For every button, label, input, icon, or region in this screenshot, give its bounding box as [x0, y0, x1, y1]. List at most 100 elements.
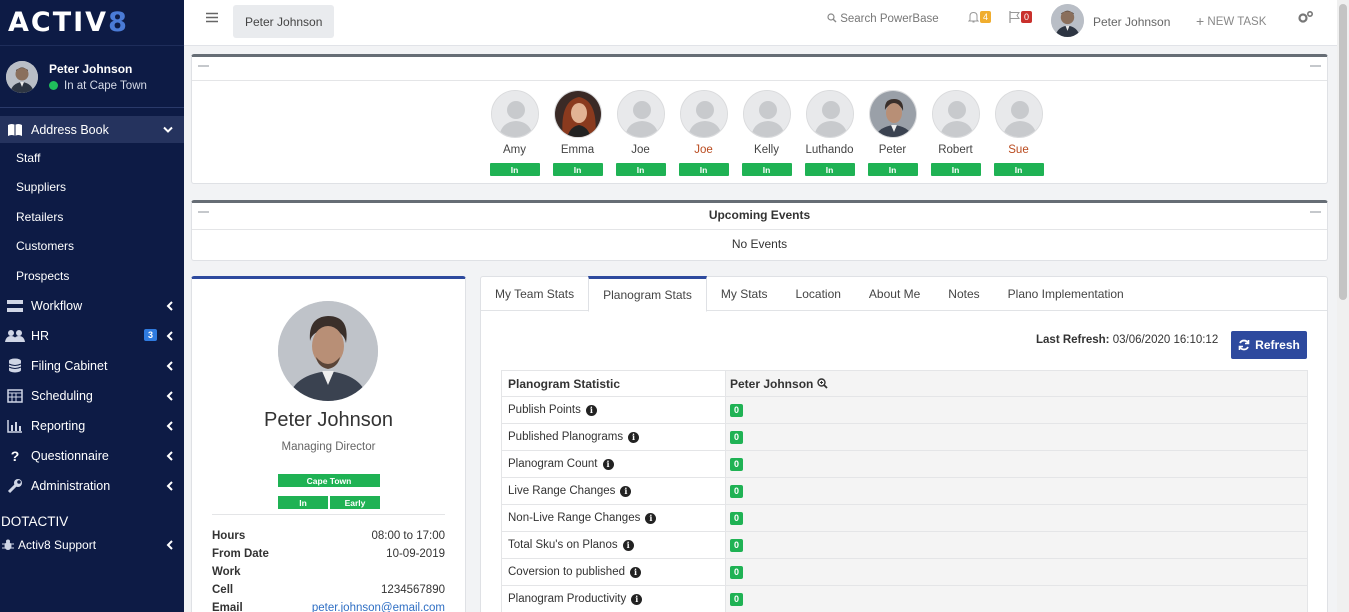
- team-member-name: Luthando: [805, 144, 854, 156]
- notifications-button[interactable]: 4: [968, 11, 992, 26]
- team-member[interactable]: Emma In: [546, 90, 609, 176]
- status-badge: In: [678, 163, 729, 176]
- chevron-down-icon: [163, 126, 173, 133]
- statistic-value-cell: 0: [726, 559, 1308, 585]
- sidebar-item-address-book[interactable]: Address Book: [0, 116, 184, 143]
- top-user-name[interactable]: Peter Johnson: [1093, 15, 1170, 29]
- avatar: [616, 90, 665, 138]
- profile-row-email: Email peter.johnson@email.com: [212, 602, 445, 612]
- tab-location[interactable]: Location: [782, 277, 855, 311]
- status-badge: In: [615, 163, 666, 176]
- sidebar-item-activ8-support[interactable]: Activ8 Support: [0, 533, 184, 557]
- tab-plano-implementation[interactable]: Plano Implementation: [994, 277, 1138, 311]
- statistic-label: Published Planograms i: [501, 424, 726, 450]
- zoom-icon[interactable]: [817, 378, 828, 389]
- team-member[interactable]: Amy In: [483, 90, 546, 176]
- team-member-name: Robert: [938, 144, 973, 156]
- sidebar-item-suppliers[interactable]: Suppliers: [0, 173, 184, 203]
- sidebar-item-questionnaire[interactable]: ? Questionnaire: [0, 441, 184, 471]
- team-status-panel: Amy In Emma In Joe In Joe In Kelly In Luthando In Pe…: [191, 54, 1328, 184]
- statistic-value-cell: 0: [726, 397, 1308, 423]
- info-icon[interactable]: i: [645, 512, 657, 524]
- table-row: Published Planograms i 0: [501, 424, 1308, 451]
- tab-planogram-stats[interactable]: Planogram Stats: [588, 276, 707, 312]
- tab-notes[interactable]: Notes: [934, 277, 993, 311]
- sidebar-item-customers[interactable]: Customers: [0, 232, 184, 262]
- profile-card: Peter Johnson Managing Director Cape Tow…: [191, 276, 466, 612]
- tab-my-stats[interactable]: My Stats: [707, 277, 782, 311]
- statistic-value-cell: 0: [726, 451, 1308, 477]
- search-powerbase[interactable]: Search PowerBase: [827, 13, 939, 25]
- gear-icon[interactable]: [1298, 10, 1314, 24]
- statistic-label: Planogram Productivity i: [501, 586, 726, 612]
- question-icon: ?: [10, 447, 20, 464]
- team-member-name: Kelly: [754, 144, 779, 156]
- database-icon: [5, 358, 25, 373]
- top-bar: Peter Johnson Search PowerBase 4 0 Peter…: [184, 0, 1337, 46]
- sidebar-user-status: In at Cape Town: [49, 80, 147, 92]
- team-member[interactable]: Sue In: [987, 90, 1050, 176]
- timing-badge: Early: [330, 496, 380, 509]
- info-icon[interactable]: i: [602, 458, 614, 470]
- sidebar-item-staff[interactable]: Staff: [0, 143, 184, 173]
- tab-about-me[interactable]: About Me: [855, 277, 934, 311]
- profile-row-hours: Hours 08:00 to 17:00: [212, 530, 445, 542]
- refresh-button[interactable]: Refresh: [1231, 331, 1307, 359]
- menu-toggle-icon[interactable]: [206, 12, 218, 23]
- search-icon: [827, 13, 837, 23]
- sidebar-user-name: Peter Johnson: [49, 61, 133, 76]
- collapse-icon[interactable]: [1310, 65, 1321, 67]
- info-icon[interactable]: i: [620, 485, 632, 497]
- collapse-icon[interactable]: [198, 65, 209, 67]
- status-badge: In: [930, 163, 981, 176]
- sidebar-item-filing-cabinet[interactable]: Filing Cabinet: [0, 351, 184, 381]
- sidebar-item-prospects[interactable]: Prospects: [0, 261, 184, 291]
- page-scrollbar[interactable]: [1337, 0, 1349, 612]
- table-row: Total Sku's on Planos i 0: [501, 532, 1308, 559]
- address-book-icon: [5, 123, 25, 137]
- new-task-button[interactable]: + NEW TASK: [1196, 13, 1266, 29]
- team-member[interactable]: Luthando In: [798, 90, 861, 176]
- app-logo[interactable]: ACTIV8: [0, 0, 184, 46]
- team-member[interactable]: Joe In: [609, 90, 672, 176]
- sidebar: ACTIV8 Peter Johnson In at Cape Town Add…: [0, 0, 184, 612]
- team-member[interactable]: Joe In: [672, 90, 735, 176]
- tab-my-team-stats[interactable]: My Team Stats: [481, 277, 588, 311]
- team-member[interactable]: Robert In: [924, 90, 987, 176]
- value-badge: 0: [730, 592, 743, 606]
- bar-chart-icon: [5, 419, 25, 433]
- refresh-icon: [1238, 339, 1250, 351]
- statistic-label: Planogram Count i: [501, 451, 726, 477]
- column-header-user: Peter Johnson: [726, 371, 1308, 396]
- stats-panel: My Team Stats Planogram Stats My Stats L…: [480, 276, 1328, 612]
- table-row: Coversion to published i 0: [501, 559, 1308, 586]
- flags-button[interactable]: 0: [1009, 11, 1033, 26]
- info-icon[interactable]: i: [631, 593, 643, 605]
- avatar: [931, 90, 980, 138]
- sidebar-item-retailers[interactable]: Retailers: [0, 202, 184, 232]
- info-icon[interactable]: i: [630, 566, 641, 578]
- avatar: [6, 60, 38, 93]
- stats-tabs: My Team Stats Planogram Stats My Stats L…: [481, 276, 1327, 312]
- info-icon[interactable]: i: [585, 404, 597, 416]
- sidebar-user[interactable]: Peter Johnson In at Cape Town: [0, 46, 184, 108]
- team-member[interactable]: Peter In: [861, 90, 924, 176]
- sidebar-item-reporting[interactable]: Reporting: [0, 411, 184, 441]
- info-icon[interactable]: i: [622, 539, 634, 551]
- avatar: [742, 90, 791, 138]
- sidebar-item-administration[interactable]: Administration: [0, 471, 184, 501]
- sidebar-item-hr[interactable]: HR 3: [0, 321, 184, 351]
- statistic-label: Live Range Changes i: [501, 478, 726, 504]
- avatar[interactable]: [1051, 4, 1084, 37]
- team-member-name: Emma: [560, 144, 595, 156]
- team-member[interactable]: Kelly In: [735, 90, 798, 176]
- sidebar-item-workflow[interactable]: Workflow: [0, 291, 184, 321]
- info-icon[interactable]: i: [628, 431, 640, 443]
- sidebar-item-scheduling[interactable]: Scheduling: [0, 381, 184, 411]
- value-badge: 0: [730, 511, 743, 525]
- value-badge: 0: [730, 538, 743, 552]
- profile-photo: [278, 301, 378, 401]
- breadcrumb[interactable]: Peter Johnson: [233, 5, 335, 38]
- planogram-stats-table: Planogram Statistic Peter Johnson Publis…: [501, 370, 1308, 612]
- email-link[interactable]: peter.johnson@email.com: [312, 602, 445, 612]
